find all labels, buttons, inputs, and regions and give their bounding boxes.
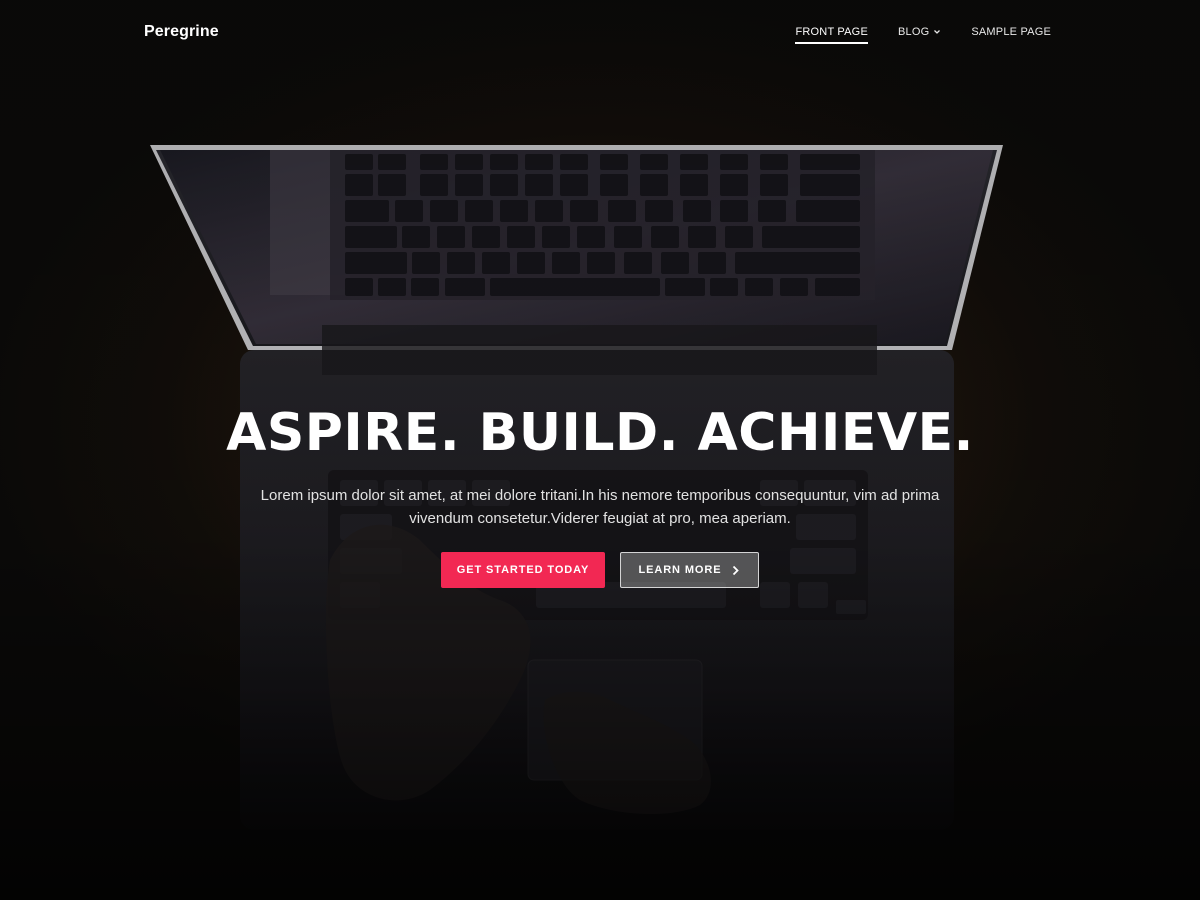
nav-item-label: Front Page: [795, 26, 868, 38]
learn-more-button[interactable]: Learn More: [620, 552, 759, 588]
get-started-button-label: Get Started Today: [456, 564, 590, 576]
nav-item-blog[interactable]: Blog: [898, 26, 941, 44]
hero-description: Lorem ipsum dolor sit amet, at mei dolor…: [260, 487, 940, 527]
nav-item-label: Blog: [897, 26, 930, 38]
laptop-hinge: [322, 325, 877, 375]
get-started-button[interactable]: Get Started Today: [441, 552, 605, 588]
site-header: Peregrine Front Page Blog Sample Page: [0, 0, 1200, 70]
nav-item-label: Sample Page: [971, 26, 1051, 38]
page: Peregrine Front Page Blog Sample Page AS…: [0, 0, 1200, 900]
chevron-down-icon: [934, 30, 941, 34]
hero-section: ASPIRE. BUILD. ACHIEVE. Lorem ipsum dolo…: [0, 400, 1200, 588]
hero-title: ASPIRE. BUILD. ACHIEVE.: [226, 403, 974, 463]
hero-buttons: Get Started Today Learn More: [0, 552, 1200, 588]
learn-more-button-label: Learn More: [638, 564, 722, 576]
chevron-right-icon: [733, 565, 740, 575]
nav-item-front-page[interactable]: Front Page: [795, 26, 868, 44]
site-title-link[interactable]: Peregrine: [144, 23, 219, 41]
screen-reflection-keyboard: [330, 150, 875, 300]
primary-nav: Front Page Blog Sample Page: [795, 26, 1051, 44]
nav-item-sample-page[interactable]: Sample Page: [971, 26, 1051, 44]
